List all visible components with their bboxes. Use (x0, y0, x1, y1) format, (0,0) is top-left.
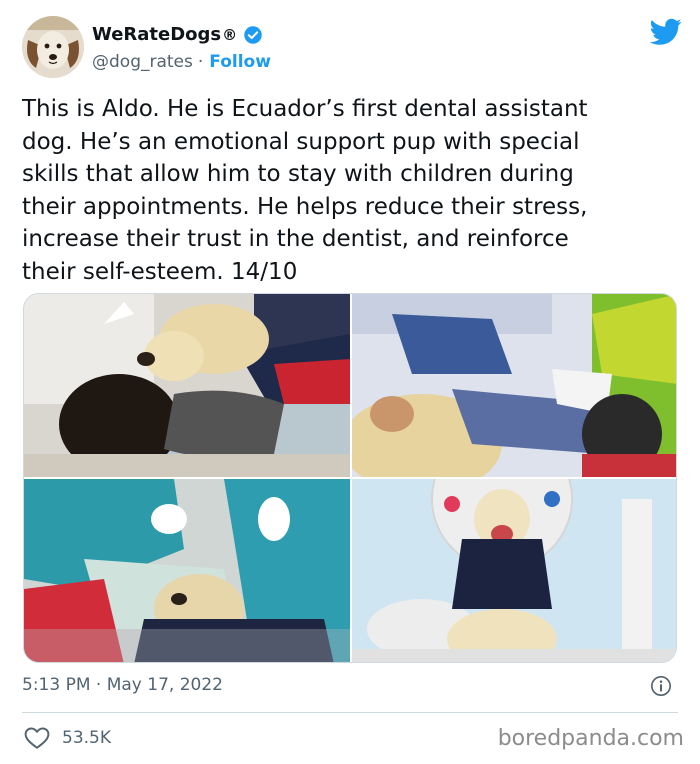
watermark: boredpanda.com (497, 726, 684, 751)
verified-badge-icon (244, 25, 262, 44)
tweet-text-line: increase their trust in the dentist, and… (22, 226, 569, 252)
tweet-text-line: skills that allow him to stay with child… (22, 161, 574, 187)
tweet-text-line: their appointments. He helps reduce thei… (22, 193, 588, 220)
tweet-time: 5:13 PM (22, 675, 91, 695)
info-icon[interactable] (650, 675, 672, 697)
author-name[interactable]: WeRateDogs (92, 24, 221, 45)
separator: · (197, 52, 204, 72)
photo-child-in-chair-with-dog[interactable] (352, 294, 676, 477)
divider (22, 712, 678, 713)
tweet-header: WeRateDogs ® @dog_rates · Follow (22, 16, 682, 80)
timestamp[interactable]: 5:13 PM · May 17, 2022 (22, 675, 223, 695)
tweet-text-line: their self-esteem. 14/10 (22, 258, 298, 285)
like-action[interactable]: 53.5K (24, 726, 111, 750)
tweet-text: This is Aldo. He is Ecuador’s first dent… (22, 93, 682, 288)
media-grid (23, 293, 677, 663)
avatar[interactable] (22, 16, 84, 78)
registered-mark: ® (222, 25, 238, 44)
follow-button[interactable]: Follow (209, 52, 271, 72)
handle-row: @dog_rates · Follow (92, 52, 271, 72)
separator: · (95, 675, 102, 695)
tweet-text-line: dog. He’s an emotional support pup with … (22, 128, 580, 155)
tweet-text-line: This is Aldo. He is Ecuador’s first dent… (22, 96, 588, 122)
photo-dog-sitting[interactable] (352, 479, 676, 662)
photo-child-lying-with-dog[interactable] (24, 294, 350, 477)
like-count: 53.5K (62, 728, 111, 748)
twitter-bird-icon[interactable] (650, 18, 682, 46)
heart-icon[interactable] (24, 726, 50, 750)
author-handle[interactable]: @dog_rates (92, 52, 193, 72)
tweet-date: May 17, 2022 (106, 675, 223, 695)
author-name-row: WeRateDogs ® (92, 24, 263, 45)
photo-dentist-with-dog[interactable] (24, 479, 350, 662)
